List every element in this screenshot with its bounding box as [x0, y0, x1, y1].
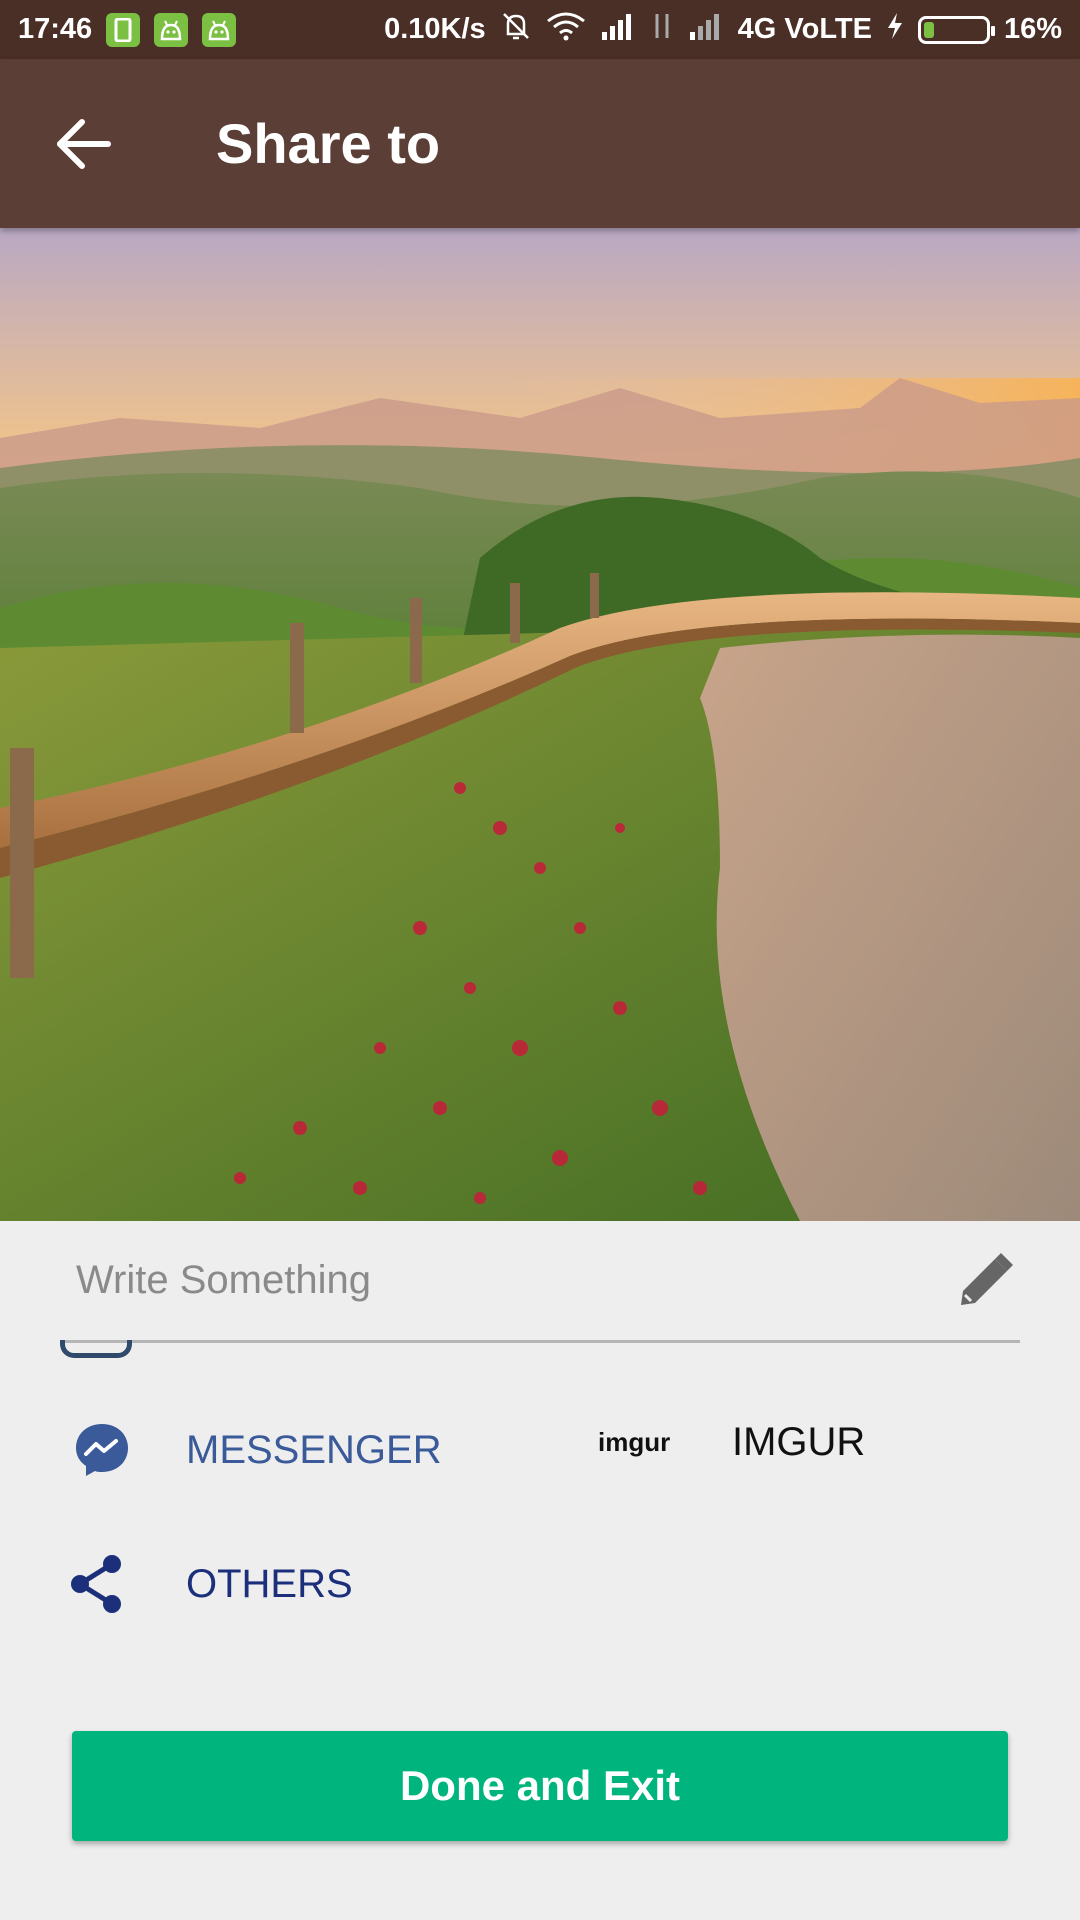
arrow-left-icon	[57, 118, 111, 169]
network-speed: 0.10K/s	[384, 13, 486, 45]
back-button[interactable]	[34, 94, 134, 194]
imgur-logo: imgur	[598, 1427, 671, 1457]
share-others[interactable]: OTHERS	[66, 1552, 353, 1616]
image-preview	[0, 228, 1080, 1221]
data-transfer-icon	[650, 12, 674, 48]
charging-icon	[886, 12, 904, 48]
share-icon	[71, 1555, 121, 1613]
messenger-icon	[76, 1424, 128, 1476]
android-notification-icon	[154, 12, 189, 47]
partial-checkbox	[60, 1340, 132, 1358]
muted-bell-icon	[500, 10, 532, 50]
battery-level	[923, 21, 934, 38]
status-left: 17:46	[18, 12, 237, 47]
status-right: 0.10K/s 4G VoLTE 16%	[384, 10, 1062, 50]
signal-weak-icon	[688, 12, 724, 48]
page-title: Share to	[216, 112, 441, 175]
network-type: 4G VoLTE	[737, 13, 872, 45]
caption-input[interactable]	[60, 1258, 950, 1303]
android-notification-icon	[202, 12, 237, 47]
signal-icon	[600, 12, 636, 48]
caption-field	[60, 1221, 1020, 1343]
battery-icon	[917, 15, 995, 44]
landscape-photo	[0, 228, 1080, 1221]
share-imgur[interactable]: imgur IMGUR	[598, 1420, 865, 1465]
imgur-label: IMGUR	[732, 1420, 866, 1464]
others-label: OTHERS	[186, 1561, 353, 1606]
status-time: 17:46	[18, 13, 93, 45]
phone-notification-icon	[106, 12, 141, 47]
share-messenger[interactable]: MESSENGER	[72, 1420, 442, 1480]
messenger-label: MESSENGER	[186, 1427, 442, 1472]
pencil-icon[interactable]	[950, 1246, 1020, 1316]
battery-percent: 16%	[1003, 13, 1062, 45]
status-bar: 17:46 0.10K/s 4G VoLTE 16%	[0, 0, 1080, 59]
done-and-exit-button[interactable]: Done and Exit	[72, 1731, 1008, 1841]
app-bar: Share to	[0, 59, 1080, 228]
wifi-icon	[546, 11, 586, 49]
